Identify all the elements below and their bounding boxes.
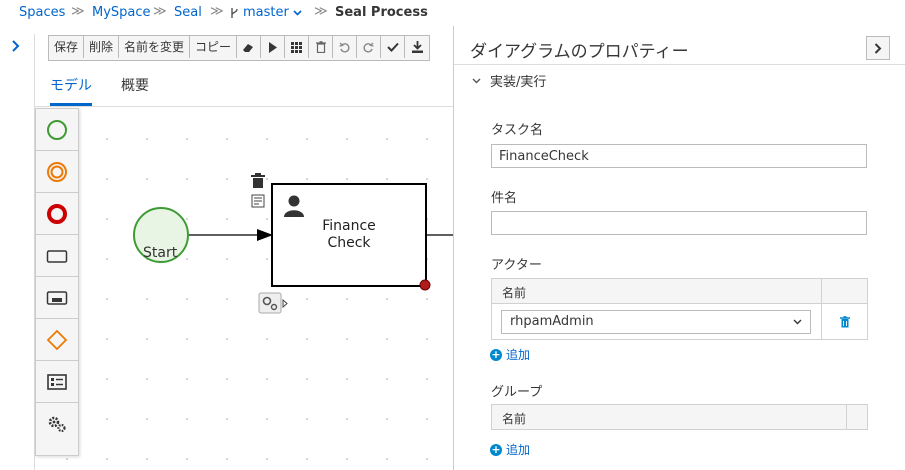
palette-intermediate-event[interactable]	[36, 151, 78, 193]
undo-button[interactable]	[333, 36, 358, 58]
grid-icon	[291, 41, 303, 53]
redo-icon	[363, 42, 374, 53]
user-task-label: Finance Check	[322, 218, 376, 251]
task-type-gear-icon[interactable]	[258, 292, 282, 314]
task-icon	[46, 249, 68, 263]
gateway-icon	[46, 329, 68, 350]
breadcrumb-current: Seal Process	[335, 5, 428, 20]
rename-button[interactable]: 名前を変更	[119, 36, 191, 58]
gears-icon	[48, 416, 66, 433]
redo-button[interactable]	[357, 36, 382, 58]
actors-table: 名前 rhpamAdmin	[491, 278, 868, 340]
start-event-label: Start	[143, 245, 178, 261]
breadcrumb-project[interactable]: Seal	[174, 5, 202, 20]
chevron-down-icon	[293, 9, 302, 16]
list-icon	[47, 373, 67, 390]
add-actor-button[interactable]: + 追加	[490, 346, 530, 363]
undo-icon	[339, 42, 350, 53]
grid-button[interactable]	[285, 36, 310, 58]
task-type-expand-icon[interactable]	[282, 298, 288, 309]
palette-start-event[interactable]	[36, 109, 78, 151]
diagram-drawing	[133, 173, 453, 314]
plus-circle-icon: +	[490, 442, 502, 456]
panel-title: ダイアグラムのプロパティー	[470, 42, 689, 62]
eraser-icon	[243, 43, 254, 52]
chevron-right-icon	[874, 42, 882, 54]
trash-icon	[839, 315, 850, 327]
resize-handle[interactable]	[419, 279, 431, 291]
breadcrumb-spaces[interactable]: Spaces	[19, 5, 65, 20]
section-implementation[interactable]: 実装/実行	[472, 71, 546, 90]
start-event-icon	[47, 119, 67, 140]
editor-tabs: モデル 概要	[34, 66, 454, 107]
subject-label: 件名	[491, 191, 518, 206]
save-button[interactable]: 保存	[49, 36, 85, 58]
breadcrumb-separator-icon: ≫	[314, 4, 328, 19]
section-title: 実装/実行	[490, 75, 547, 90]
palette-task[interactable]	[36, 235, 78, 277]
left-sidebar-strip	[0, 34, 35, 470]
breadcrumb-separator-icon: ≫	[210, 4, 224, 19]
task-name-label: タスク名	[491, 123, 544, 138]
chevron-down-icon	[793, 319, 802, 324]
groups-table: 名前	[491, 404, 868, 430]
actors-label: アクター	[491, 258, 542, 273]
play-icon	[268, 41, 277, 53]
collapse-panel-button[interactable]	[866, 36, 890, 60]
shape-palette	[35, 108, 79, 456]
trash-button[interactable]	[309, 36, 334, 58]
groups-label: グループ	[491, 385, 543, 400]
run-button[interactable]	[261, 36, 286, 58]
subject-input[interactable]	[491, 211, 867, 235]
groups-col-name: 名前	[492, 405, 847, 429]
flow-arrowhead	[257, 229, 273, 241]
breadcrumb: Spaces ≫ MySpace ≫ Seal ≫ master ≫ Seal …	[0, 0, 905, 26]
copy-button[interactable]: コピー	[190, 36, 238, 58]
palette-subprocess[interactable]	[36, 277, 78, 319]
trash-icon[interactable]	[251, 173, 265, 188]
branch-icon	[231, 7, 238, 18]
palette-end-event[interactable]	[36, 193, 78, 235]
palette-custom-tasks[interactable]	[36, 403, 78, 445]
branch-name: master	[243, 5, 289, 20]
end-event-icon	[47, 203, 67, 224]
breadcrumb-separator-icon: ≫	[71, 4, 85, 19]
subprocess-icon	[46, 290, 68, 305]
task-name-input[interactable]	[491, 144, 867, 168]
actors-table-header: 名前	[492, 279, 867, 304]
tab-overview[interactable]: 概要	[121, 75, 149, 95]
properties-panel: ダイアグラムのプロパティー 実装/実行 タスク名 件名 アクター 名前 rhpa…	[454, 26, 905, 470]
groups-table-header: 名前	[492, 405, 867, 429]
actors-col-name: 名前	[492, 279, 822, 303]
branch-selector[interactable]: master	[230, 5, 302, 20]
intermediate-event-icon	[47, 161, 67, 182]
validate-button[interactable]	[381, 36, 406, 58]
download-icon	[411, 41, 423, 53]
palette-gateway[interactable]	[36, 319, 78, 361]
table-row: rhpamAdmin	[492, 304, 867, 339]
task-form-icon[interactable]	[251, 194, 265, 208]
plus-circle-icon: +	[490, 347, 502, 361]
panel-header-divider	[454, 64, 905, 65]
palette-data-object[interactable]	[36, 361, 78, 403]
breadcrumb-myspace[interactable]: MySpace	[92, 5, 151, 20]
tab-model[interactable]: モデル	[50, 75, 92, 106]
breadcrumb-separator-icon: ≫	[153, 4, 167, 19]
expand-sidebar-icon[interactable]	[11, 40, 21, 52]
actor-select-value: rhpamAdmin	[510, 314, 594, 329]
editor-toolbar: 保存 削除 名前を変更 コピー	[48, 35, 431, 61]
add-group-button[interactable]: + 追加	[490, 441, 530, 458]
download-button[interactable]	[405, 36, 430, 58]
chevron-down-icon	[472, 78, 481, 83]
delete-button[interactable]: 削除	[84, 36, 120, 58]
remove-actor-button[interactable]	[822, 315, 867, 328]
actor-select[interactable]: rhpamAdmin	[501, 309, 811, 334]
trash-icon	[315, 41, 326, 53]
check-icon	[386, 42, 399, 52]
eraser-button[interactable]	[237, 36, 262, 58]
